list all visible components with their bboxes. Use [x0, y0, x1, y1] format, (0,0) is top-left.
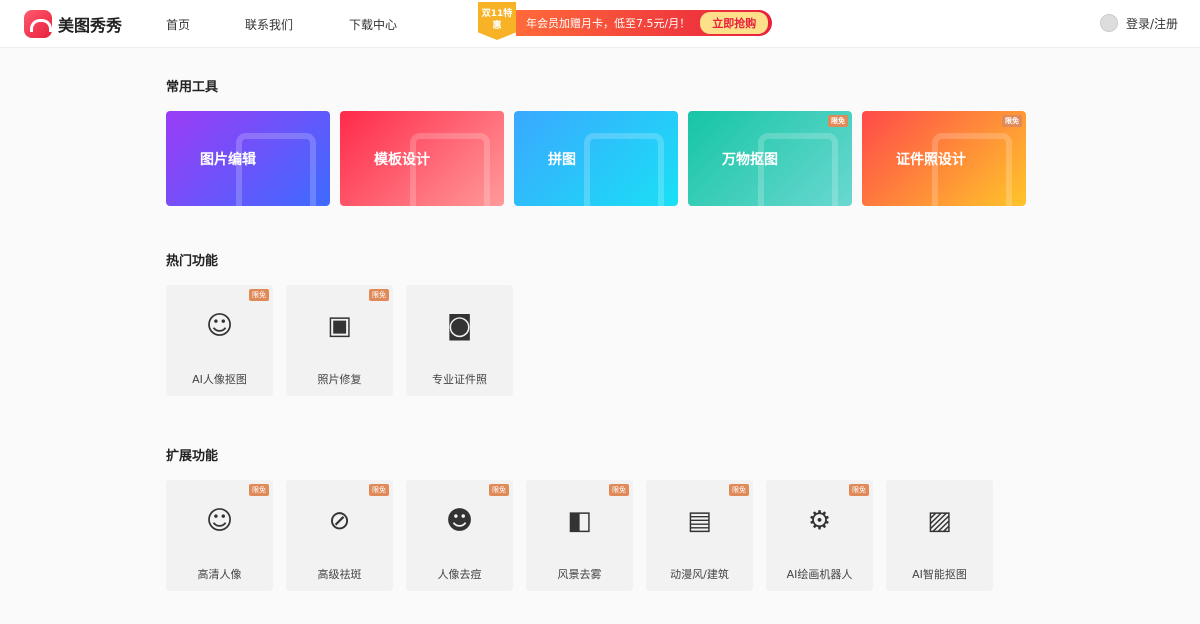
free-badge: 限免 [729, 484, 749, 496]
nav-download[interactable]: 下载中心 [349, 16, 397, 33]
promo-text: 年会员加赠月卡，低至7.5元/月！ [526, 15, 690, 31]
feature-label: AI人像抠图 [166, 371, 273, 387]
feature-label: 高清人像 [166, 566, 273, 582]
feature-icon: ▣ [286, 309, 393, 343]
section-title-common: 常用工具 [166, 76, 218, 95]
tool-card[interactable]: 模板设计 [340, 111, 504, 206]
promo-buy-button[interactable]: 立即抢购 [700, 12, 768, 34]
logo-text: 美图秀秀 [58, 12, 122, 36]
feature-icon: ☺ [166, 309, 273, 343]
top-header: 美图秀秀 首页 联系我们 下载中心 双11特惠 年会员加赠月卡，低至7.5元/月… [0, 0, 1200, 48]
free-badge: 限免 [1002, 115, 1022, 127]
tool-label: 模板设计 [374, 149, 430, 169]
feature-label: AI智能抠图 [886, 566, 993, 582]
feature-label: 风景去雾 [526, 566, 633, 582]
tool-illustration-icon [932, 133, 1012, 206]
promo-banner[interactable]: 双11特惠 年会员加赠月卡，低至7.5元/月！立即抢购 [478, 8, 772, 38]
tool-label: 万物抠图 [722, 149, 778, 169]
feature-card[interactable]: 限免 ⊘ 高级祛斑 [286, 480, 393, 591]
feature-icon: ☺ [166, 504, 273, 538]
feature-label: AI绘画机器人 [766, 566, 873, 582]
feature-card[interactable]: ◙ 专业证件照 [406, 285, 513, 396]
section-title-hot: 热门功能 [166, 250, 218, 269]
tool-card[interactable]: 证件照设计 限免 [862, 111, 1026, 206]
feature-label: 照片修复 [286, 371, 393, 387]
tool-illustration-icon [410, 133, 490, 206]
feature-icon: ◧ [526, 504, 633, 538]
feature-icon: ▤ [646, 504, 753, 538]
feature-card[interactable]: 限免 ◧ 风景去雾 [526, 480, 633, 591]
feature-card[interactable]: 限免 ☺ 高清人像 [166, 480, 273, 591]
tool-card[interactable]: 万物抠图 限免 [688, 111, 852, 206]
free-badge: 限免 [369, 484, 389, 496]
logo[interactable]: 美图秀秀 [24, 10, 122, 38]
feature-label: 动漫风/建筑 [646, 566, 753, 582]
feature-label: 专业证件照 [406, 371, 513, 387]
free-badge: 限免 [609, 484, 629, 496]
feature-icon: ▨ [886, 504, 993, 538]
tool-card[interactable]: 拼图 [514, 111, 678, 206]
section-title-ext: 扩展功能 [166, 445, 218, 464]
login-label: 登录/注册 [1126, 15, 1178, 32]
tool-illustration-icon [236, 133, 316, 206]
free-badge: 限免 [849, 484, 869, 496]
tool-illustration-icon [584, 133, 664, 206]
feature-label: 高级祛斑 [286, 566, 393, 582]
tool-label: 图片编辑 [200, 149, 256, 169]
tool-illustration-icon [758, 133, 838, 206]
feature-icon: ⚙ [766, 504, 873, 538]
promo-tag: 双11特惠 [478, 2, 516, 40]
tool-label: 证件照设计 [896, 149, 966, 169]
avatar-icon [1100, 14, 1118, 32]
free-badge: 限免 [249, 289, 269, 301]
login-register[interactable]: 登录/注册 [1100, 14, 1178, 32]
free-badge: 限免 [249, 484, 269, 496]
feature-icon: ⊘ [286, 504, 393, 538]
free-badge: 限免 [828, 115, 848, 127]
feature-card[interactable]: 限免 ▤ 动漫风/建筑 [646, 480, 753, 591]
feature-card[interactable]: 限免 ▣ 照片修复 [286, 285, 393, 396]
free-badge: 限免 [369, 289, 389, 301]
free-badge: 限免 [489, 484, 509, 496]
feature-card[interactable]: ▨ AI智能抠图 [886, 480, 993, 591]
feature-card[interactable]: 限免 ☺ AI人像抠图 [166, 285, 273, 396]
nav-home[interactable]: 首页 [166, 16, 190, 33]
feature-icon: ◙ [406, 309, 513, 343]
feature-card[interactable]: 限免 ☻ 人像去痘 [406, 480, 513, 591]
feature-label: 人像去痘 [406, 566, 513, 582]
logo-icon [24, 10, 52, 38]
feature-card[interactable]: 限免 ⚙ AI绘画机器人 [766, 480, 873, 591]
feature-icon: ☻ [406, 504, 513, 538]
tool-label: 拼图 [548, 149, 576, 169]
nav-contact[interactable]: 联系我们 [245, 16, 293, 33]
tool-card[interactable]: 图片编辑 [166, 111, 330, 206]
